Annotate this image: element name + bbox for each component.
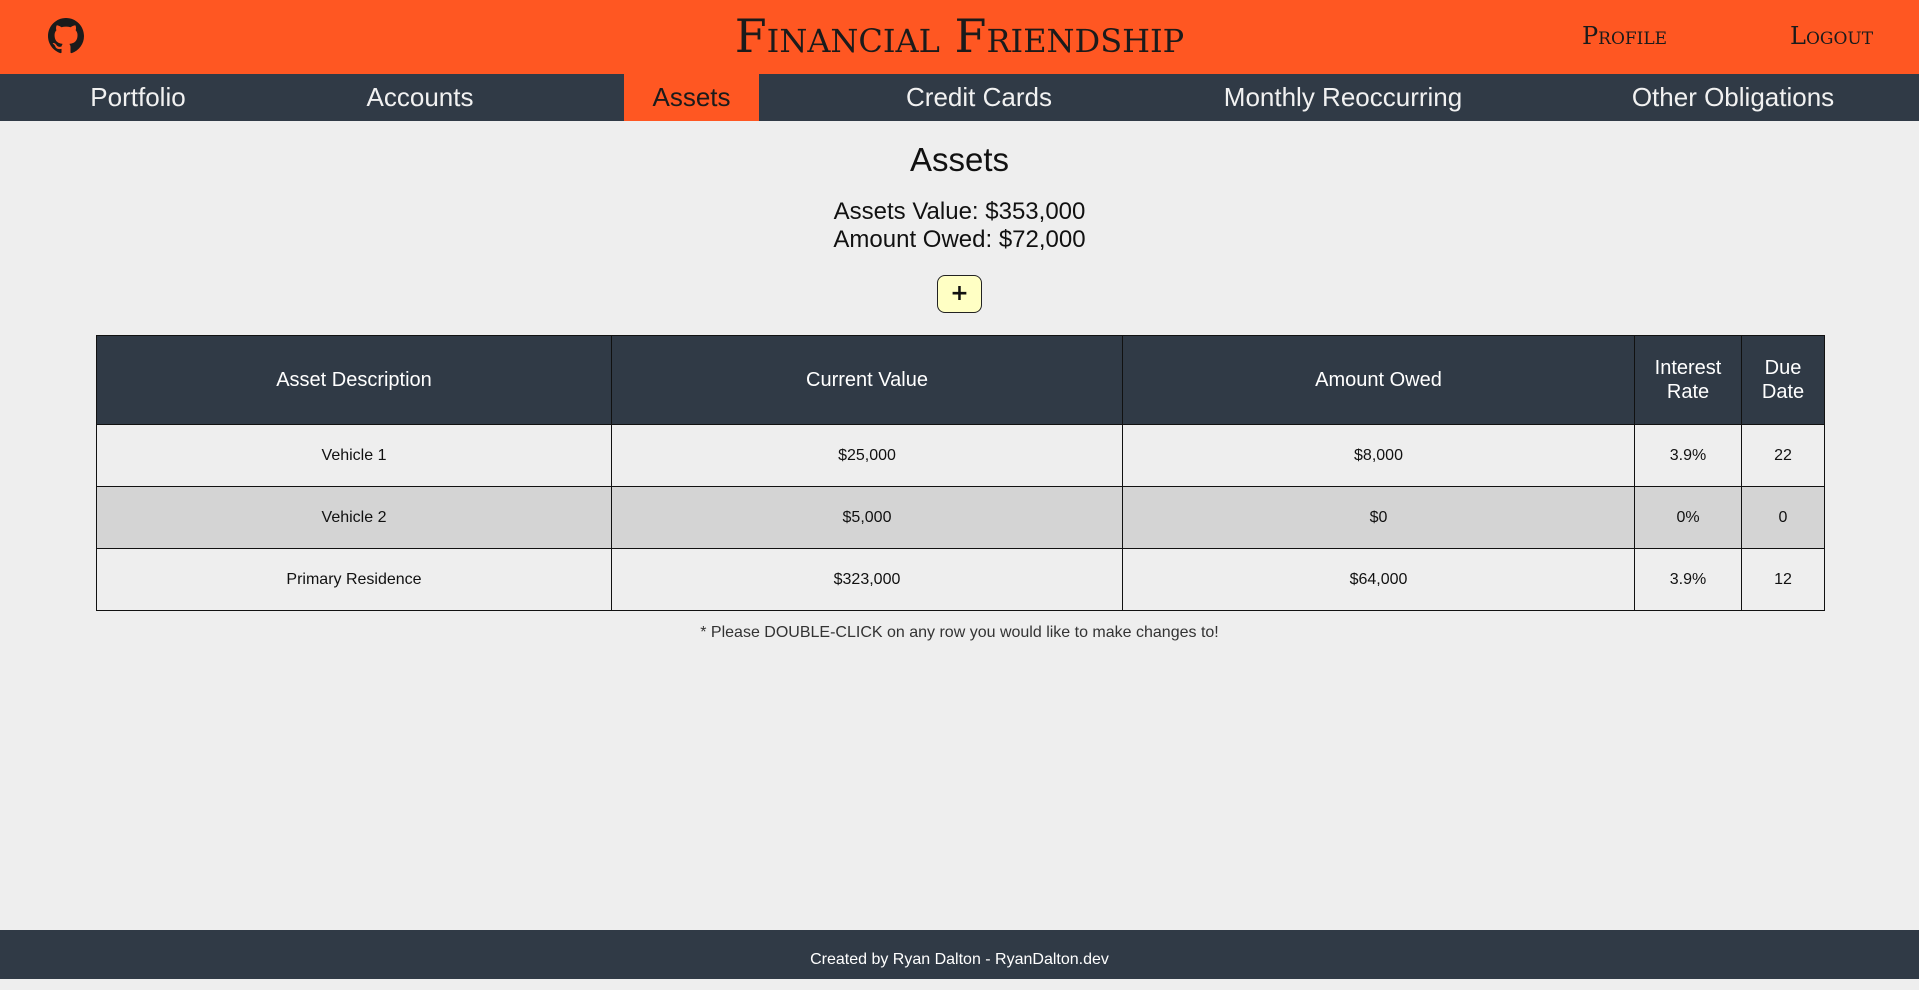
amount-owed-summary: Amount Owed: $72,000 xyxy=(833,226,1086,253)
interest-rate-cell: 3.9% xyxy=(1634,424,1742,487)
page-title: Assets xyxy=(909,141,1010,178)
footer-credit[interactable]: Created by Ryan Dalton - RyanDalton.dev xyxy=(810,951,1109,968)
tab-portfolio[interactable]: Portfolio xyxy=(48,74,228,121)
asset-description-cell: Primary Residence xyxy=(96,548,612,611)
current-value-cell: $5,000 xyxy=(611,486,1123,549)
logout-link[interactable]: Logout xyxy=(1790,20,1873,52)
tab-accounts[interactable]: Accounts xyxy=(330,74,510,121)
amount-owed-cell: $0 xyxy=(1122,486,1635,549)
header-due-date: Due Date xyxy=(1741,335,1825,425)
table-row[interactable]: Vehicle 1 $25,000 $8,000 3.9% 22 xyxy=(96,424,1825,487)
current-value-cell: $323,000 xyxy=(611,548,1123,611)
footer: Created by Ryan Dalton - RyanDalton.dev xyxy=(0,930,1919,979)
header-amount-owed: Amount Owed xyxy=(1122,335,1635,425)
add-asset-button[interactable]: + xyxy=(937,275,982,313)
amount-owed-cell: $64,000 xyxy=(1122,548,1635,611)
profile-link[interactable]: Profile xyxy=(1582,20,1667,52)
assets-value-summary: Assets Value: $353,000 xyxy=(833,198,1086,225)
interest-rate-cell: 0% xyxy=(1634,486,1742,549)
asset-description-cell: Vehicle 1 xyxy=(96,424,612,487)
top-header: Financial Friendship Profile Logout xyxy=(0,0,1919,74)
interest-rate-cell: 3.9% xyxy=(1634,548,1742,611)
tab-assets[interactable]: Assets xyxy=(624,74,759,121)
github-icon[interactable] xyxy=(48,18,84,54)
due-date-cell: 0 xyxy=(1741,486,1825,549)
header-interest-rate: Interest Rate xyxy=(1634,335,1742,425)
main-nav: Portfolio Accounts Assets Credit Cards M… xyxy=(0,74,1919,121)
edit-instruction-note: * Please DOUBLE-CLICK on any row you wou… xyxy=(700,624,1219,641)
assets-table: Asset Description Current Value Amount O… xyxy=(96,335,1825,611)
due-date-cell: 22 xyxy=(1741,424,1825,487)
header-current-value: Current Value xyxy=(611,335,1123,425)
amount-owed-cell: $8,000 xyxy=(1122,424,1635,487)
tab-credit-cards[interactable]: Credit Cards xyxy=(869,74,1089,121)
table-row[interactable]: Vehicle 2 $5,000 $0 0% 0 xyxy=(96,486,1825,549)
tab-monthly-reoccurring[interactable]: Monthly Reoccurring xyxy=(1203,74,1483,121)
header-asset-description: Asset Description xyxy=(96,335,612,425)
due-date-cell: 12 xyxy=(1741,548,1825,611)
current-value-cell: $25,000 xyxy=(611,424,1123,487)
table-row[interactable]: Primary Residence $323,000 $64,000 3.9% … xyxy=(96,548,1825,611)
tab-other-obligations[interactable]: Other Obligations xyxy=(1608,74,1858,121)
table-header-row: Asset Description Current Value Amount O… xyxy=(96,335,1825,425)
asset-description-cell: Vehicle 2 xyxy=(96,486,612,549)
